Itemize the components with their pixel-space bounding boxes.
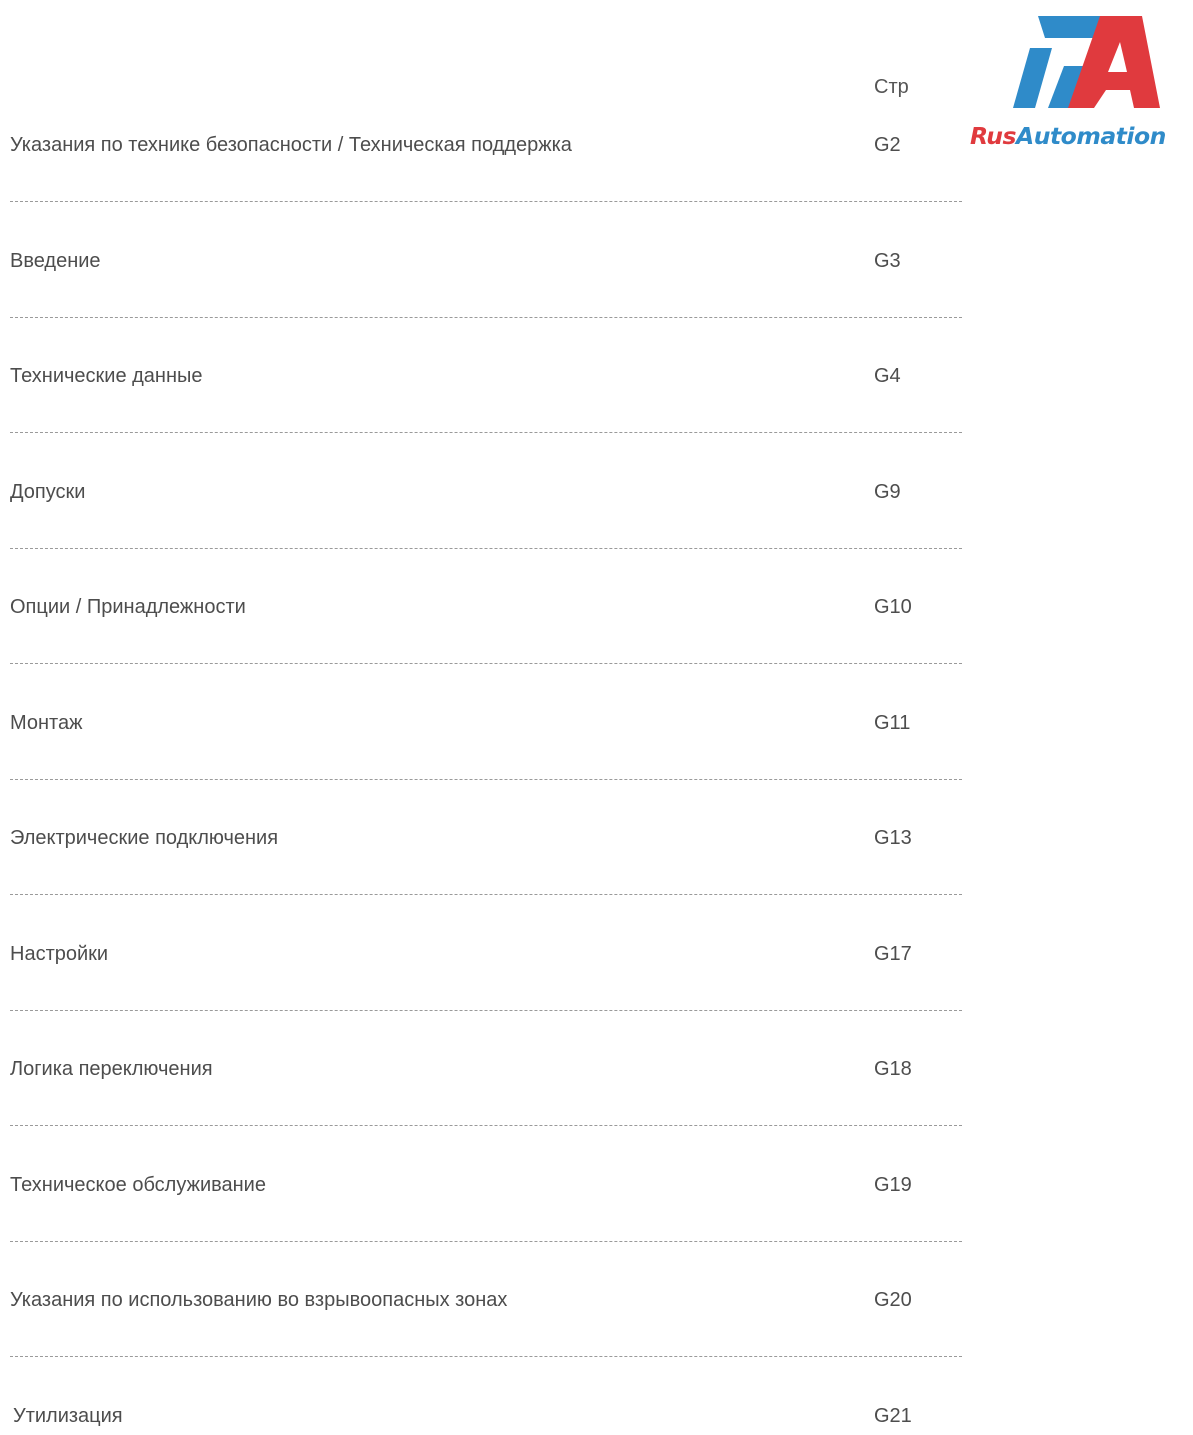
logo-wordmark-automation: Automation (1016, 122, 1166, 150)
toc-entry[interactable]: Технические данные G4 (10, 365, 970, 395)
toc-entry-page-number: G10 (874, 596, 912, 618)
toc-entry[interactable]: Логика переключения G18 (10, 1058, 970, 1088)
toc-divider (10, 779, 962, 780)
toc-entry[interactable]: Утилизация G21 (10, 1405, 970, 1435)
toc-entry-page-number: G9 (874, 481, 901, 503)
toc-entry-page-number: G19 (874, 1174, 912, 1196)
toc-entry[interactable]: Техническое обслуживание G19 (10, 1174, 970, 1204)
toc-entry[interactable]: Настройки G17 (10, 943, 970, 973)
toc-entry-page-number: G4 (874, 365, 901, 387)
toc-divider (10, 317, 962, 318)
toc-divider (10, 432, 962, 433)
toc-entry[interactable]: Указания по использованию во взрывоопасн… (10, 1289, 970, 1319)
toc-divider (10, 663, 962, 664)
toc-entry-page-number: G18 (874, 1058, 912, 1080)
toc-divider (10, 1241, 962, 1242)
toc-entry-page-number: G3 (874, 250, 901, 272)
toc-entry-page-number: G11 (874, 712, 911, 734)
rusautomation-logo: RusAutomation (970, 8, 1190, 158)
toc-entry-page-number: G20 (874, 1289, 912, 1311)
toc-entry-title: Введение (10, 250, 101, 272)
toc-entry-title: Электрические подключения (10, 827, 279, 849)
toc-entry-title: Утилизация (13, 1405, 123, 1427)
toc-divider (10, 894, 962, 895)
toc-entry[interactable]: Указания по технике безопасности / Техни… (10, 134, 970, 164)
toc-entry-title: Технические данные (10, 365, 203, 387)
toc-divider (10, 201, 962, 202)
toc-entry-title: Техническое обслуживание (10, 1174, 266, 1196)
page-column-header: Стр (874, 76, 909, 98)
toc-entry-title: Логика переключения (10, 1058, 213, 1080)
toc-entry-page-number: G21 (874, 1405, 912, 1427)
toc-entry-page-number: G13 (874, 827, 912, 849)
logo-wordmark: RusAutomation (970, 122, 1166, 150)
toc-entry-title: Настройки (10, 943, 109, 965)
toc-entry-title: Опции / Принадлежности (10, 596, 246, 618)
toc-divider (10, 1010, 962, 1011)
toc-entry[interactable]: Электрические подключения G13 (10, 827, 970, 857)
toc-divider (10, 548, 962, 549)
toc-entry-title: Допуски (10, 481, 86, 503)
toc-entry-page-number: G2 (874, 134, 901, 156)
toc-entry[interactable]: Монтаж G11 (10, 712, 970, 742)
logo-wordmark-rus: Rus (970, 122, 1017, 150)
toc-entry-title: Указания по технике безопасности / Техни… (10, 134, 572, 156)
ra-logo-icon (1013, 16, 1160, 108)
toc-entry-title: Указания по использованию во взрывоопасн… (10, 1289, 508, 1311)
toc-entry[interactable]: Допуски G9 (10, 481, 970, 511)
toc-entry[interactable]: Опции / Принадлежности G10 (10, 596, 970, 626)
toc-divider (10, 1125, 962, 1126)
toc-divider (10, 1356, 962, 1357)
toc-entry[interactable]: Введение G3 (10, 250, 970, 280)
toc-entry-page-number: G17 (874, 943, 912, 965)
toc-entry-title: Монтаж (10, 712, 83, 734)
